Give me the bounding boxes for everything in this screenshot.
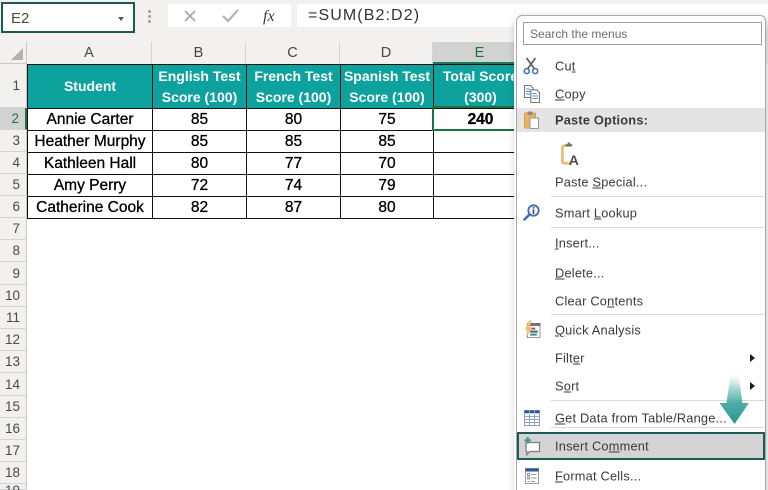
svg-text:A: A bbox=[569, 152, 579, 166]
svg-text:fx: fx bbox=[263, 8, 275, 25]
